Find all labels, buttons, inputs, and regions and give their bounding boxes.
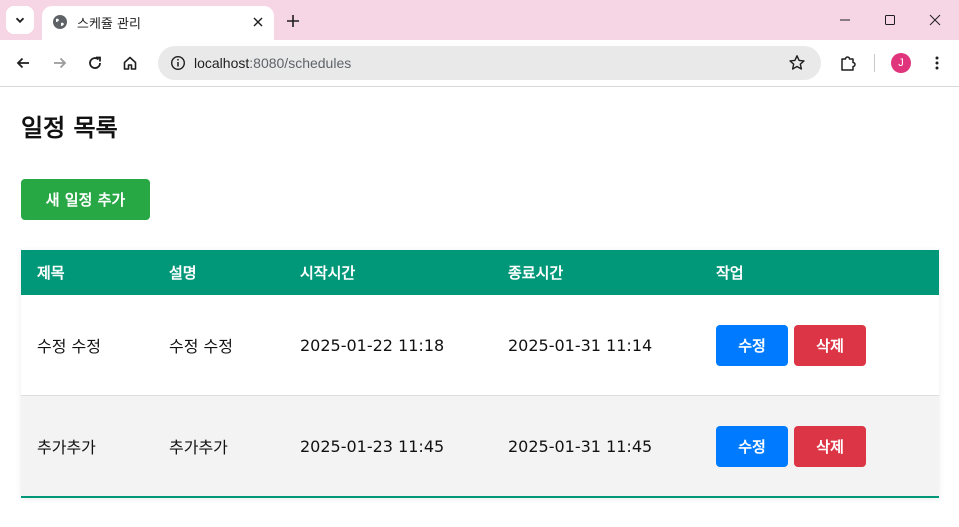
window-close-button[interactable] [912, 6, 958, 34]
menu-button[interactable] [925, 51, 949, 75]
column-header-actions: 작업 [700, 250, 939, 295]
maximize-button[interactable] [867, 6, 913, 34]
url-text: localhost:8080/schedules [194, 55, 351, 71]
window-close-icon [929, 14, 941, 26]
extensions-button[interactable] [836, 51, 860, 75]
plus-icon [287, 15, 299, 27]
home-icon [123, 56, 137, 70]
chevron-down-icon [15, 17, 25, 24]
info-icon[interactable] [166, 51, 190, 75]
reload-icon [89, 56, 101, 69]
avatar[interactable]: J [891, 53, 911, 73]
table-row: 추가추가 추가추가 2025-01-23 11:45 2025-01-31 11… [21, 395, 939, 498]
cell-end-time: 2025-01-31 11:14 [492, 295, 700, 396]
puzzle-icon [841, 56, 856, 71]
close-icon[interactable] [250, 14, 266, 30]
more-vertical-icon [935, 56, 939, 70]
column-header-start-time: 시작시간 [284, 250, 492, 295]
column-header-title: 제목 [21, 250, 153, 295]
cell-end-time: 2025-01-31 11:45 [492, 395, 700, 498]
reload-button[interactable] [83, 51, 107, 75]
browser-toolbar: localhost:8080/schedules J [0, 40, 959, 87]
add-schedule-button[interactable]: 새 일정 추가 [21, 179, 150, 220]
delete-button[interactable]: 삭제 [794, 324, 867, 366]
delete-button[interactable]: 삭제 [794, 425, 867, 467]
star-icon[interactable] [787, 53, 807, 73]
column-header-description: 설명 [153, 250, 284, 295]
tab-title: 스케쥴 관리 [77, 17, 141, 32]
cell-description: 수정 수정 [153, 295, 284, 396]
cell-title: 추가추가 [21, 395, 153, 498]
maximize-icon [885, 15, 895, 25]
cell-title: 수정 수정 [21, 295, 153, 396]
minimize-button[interactable] [822, 6, 868, 34]
address-bar[interactable]: localhost:8080/schedules [158, 46, 821, 80]
schedule-table: 제목 설명 시작시간 종료시간 작업 수정 수정 수정 수정 2025-01-2… [21, 250, 939, 498]
minimize-icon [840, 19, 850, 21]
cell-description: 추가추가 [153, 395, 284, 498]
tab-strip: 스케쥴 관리 [0, 0, 959, 40]
new-tab-button[interactable] [282, 10, 304, 32]
url-path: :8080/schedules [249, 55, 352, 71]
cell-actions: 수정 삭제 [700, 295, 939, 396]
edit-button[interactable]: 수정 [716, 425, 788, 467]
arrow-left-icon [16, 57, 29, 69]
tab-search-button[interactable] [6, 6, 34, 34]
forward-button[interactable] [48, 51, 72, 75]
table-row: 수정 수정 수정 수정 2025-01-22 11:18 2025-01-31 … [21, 295, 939, 396]
column-header-end-time: 종료시간 [492, 250, 700, 295]
toolbar-divider [874, 54, 875, 72]
globe-icon [53, 15, 67, 29]
arrow-right-icon [54, 57, 67, 69]
page-title: 일정 목록 [21, 114, 118, 142]
active-tab[interactable]: 스케쥴 관리 [42, 6, 274, 40]
edit-button[interactable]: 수정 [716, 324, 788, 366]
cell-start-time: 2025-01-22 11:18 [284, 295, 492, 396]
url-host: localhost [194, 55, 250, 71]
back-button[interactable] [11, 51, 35, 75]
cell-start-time: 2025-01-23 11:45 [284, 395, 492, 498]
cell-actions: 수정 삭제 [700, 395, 939, 498]
table-header-row: 제목 설명 시작시간 종료시간 작업 [21, 250, 939, 295]
home-button[interactable] [118, 51, 142, 75]
